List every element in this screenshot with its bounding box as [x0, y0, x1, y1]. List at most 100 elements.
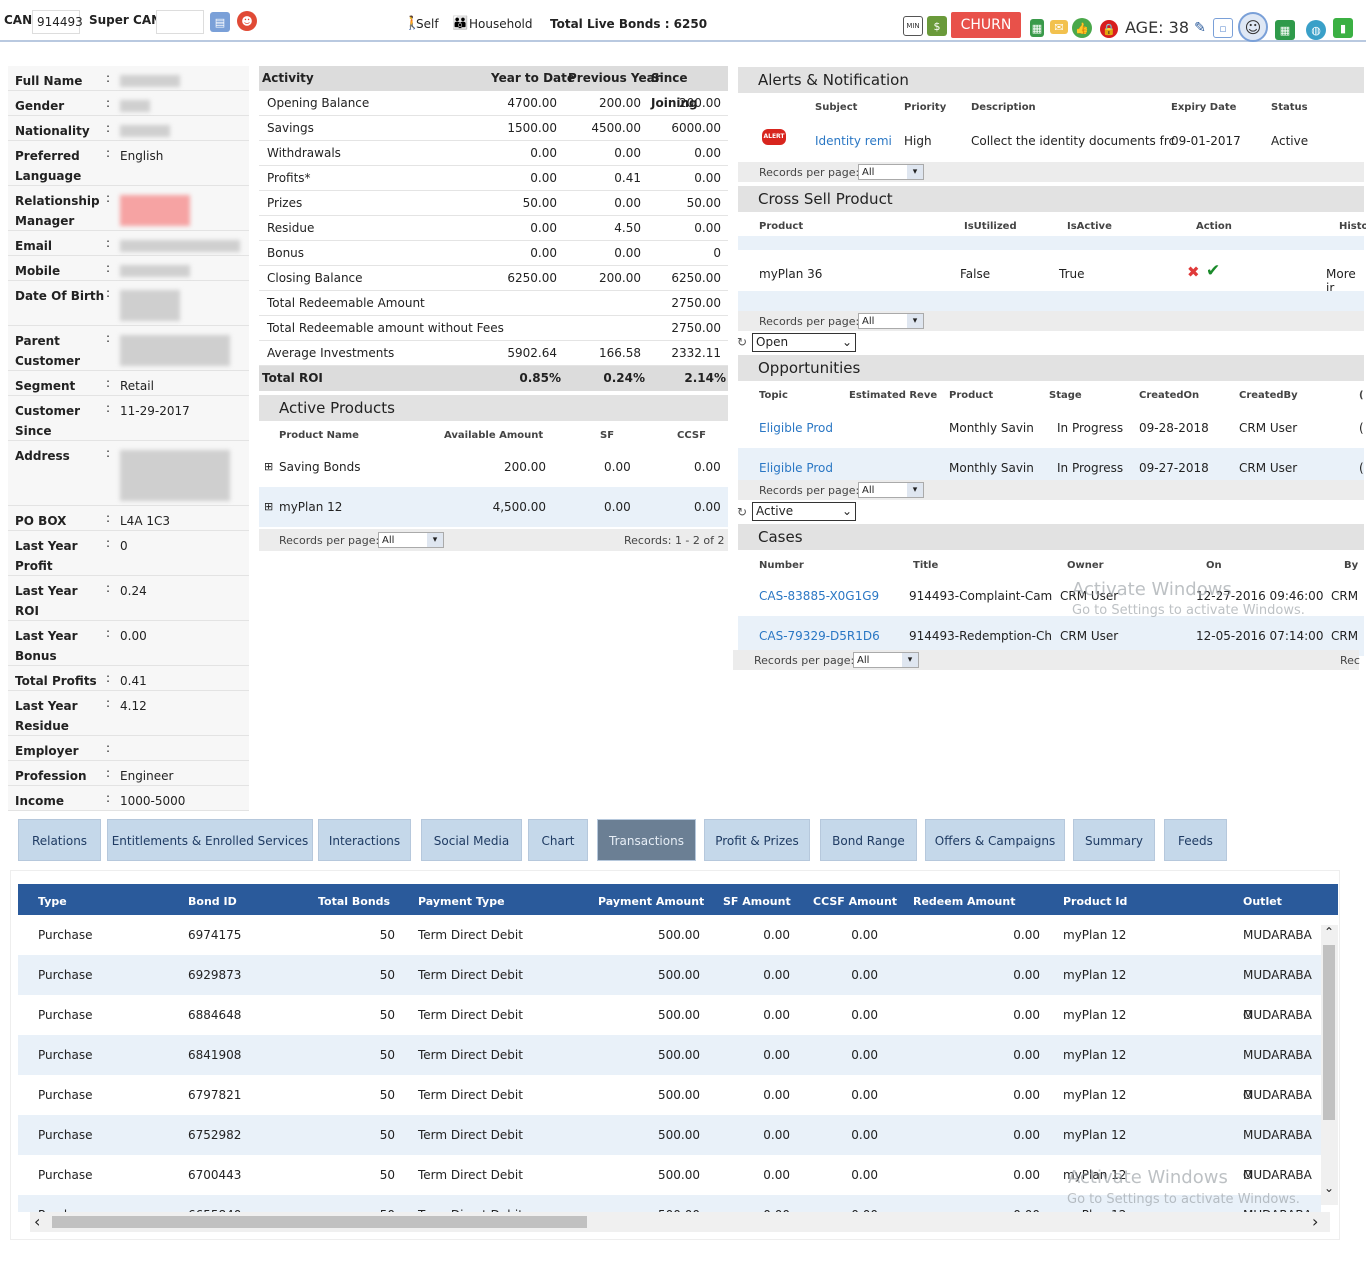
profile-row: Profession: Engineer — [8, 761, 249, 786]
tx-col-header[interactable]: Payment Amount — [598, 895, 704, 908]
transaction-cell: Purchase — [38, 928, 93, 942]
tx-col-header[interactable]: Bond ID — [188, 895, 237, 908]
transaction-row[interactable]: Purchase 6797821 50 Term Direct Debit 500.00… — [18, 1075, 1321, 1142]
transaction-cell: Term Direct Debit — [418, 1128, 523, 1142]
activity-since: 0 — [713, 246, 721, 260]
card-icon[interactable]: ▤ — [210, 12, 230, 32]
colon-separator: : — [106, 791, 111, 805]
profile-row: Preferred Language: English — [8, 141, 249, 186]
cases-filter-select[interactable]: Active ⌄ — [752, 502, 856, 521]
alert-badge-icon: ALERT — [762, 129, 786, 145]
colon-separator: : — [106, 236, 111, 250]
tab-bond-range[interactable]: Bond Range — [820, 819, 917, 861]
tab-entitlements-enrolled-services[interactable]: Entitlements & Enrolled Services — [107, 819, 313, 861]
scroll-down-icon[interactable]: ⌄ — [1324, 1181, 1334, 1195]
activity-label: Savings — [267, 121, 314, 135]
cs-rpp-label: Records per page: — [759, 315, 860, 328]
avatar-icon[interactable]: ☻ — [237, 11, 257, 31]
tx-col-header[interactable]: Redeem Amount — [913, 895, 1015, 908]
product-row[interactable]: ⊞ Saving Bonds 200.00 0.00 0.00 — [259, 447, 728, 487]
transaction-cell: 6797821 — [188, 1088, 242, 1102]
scroll-left-icon[interactable]: ‹ — [34, 1212, 40, 1231]
tab-relations[interactable]: Relations — [18, 819, 101, 861]
transaction-cell: 0.00 — [1013, 1048, 1040, 1062]
accept-icon[interactable]: ✔ — [1206, 261, 1220, 281]
case-number-link[interactable]: CAS-83885-X0G1G9 — [759, 576, 879, 616]
transaction-cell: 6929873 — [188, 968, 242, 982]
profile-row: Gender: — [8, 91, 249, 116]
tx-col-header[interactable]: Outlet — [1243, 895, 1282, 908]
vertical-scroll-thumb[interactable] — [1323, 945, 1335, 1120]
scroll-right-icon[interactable]: › — [1312, 1212, 1318, 1231]
tab-social-media[interactable]: Social Media — [421, 819, 522, 861]
cross-sell-title: Cross Sell Product — [738, 186, 1364, 212]
super-can-input[interactable] — [156, 10, 204, 34]
alerts-rpp-select[interactable]: All — [858, 164, 924, 180]
alert-subject-link[interactable]: Identity remi — [815, 134, 892, 148]
mail-icon[interactable]: ✉ — [1050, 20, 1068, 34]
tab-profit-prizes[interactable]: Profit & Prizes — [704, 819, 810, 861]
activity-col-prev: Previous Year — [568, 71, 661, 85]
can-value[interactable]: 914493 — [32, 10, 83, 34]
tx-col-header[interactable]: Product Id — [1063, 895, 1127, 908]
tab-transactions[interactable]: Transactions — [597, 819, 696, 861]
thumbs-up-icon[interactable]: 👍 — [1072, 18, 1092, 38]
transaction-cell: 0.00 — [851, 1168, 878, 1182]
transaction-row[interactable]: Purchase 6841908 50 Term Direct Debit 500.00… — [18, 1035, 1321, 1102]
expand-icon[interactable]: ⊞ — [264, 447, 273, 487]
churn-button[interactable]: CHURN — [951, 12, 1021, 38]
refresh-icon[interactable]: ↻ — [737, 505, 747, 519]
money-icon[interactable]: $ — [927, 16, 947, 36]
calculator-icon[interactable]: ▦ — [1030, 19, 1044, 37]
min-icon[interactable]: MIN — [903, 16, 923, 36]
opportunity-topic-link[interactable]: Eligible Prod — [759, 408, 833, 448]
cs-product: myPlan 36 — [759, 267, 823, 281]
globe-icon[interactable]: ◍ — [1306, 20, 1326, 40]
tx-col-header[interactable]: Type — [38, 895, 67, 908]
transaction-row[interactable]: Purchase 6929873 50 Term Direct Debit 500.00… — [18, 955, 1321, 1022]
tab-offers-campaigns[interactable]: Offers & Campaigns — [925, 819, 1065, 861]
transaction-row[interactable]: Purchase 6884648 50 Term Direct Debit 500.00… — [18, 995, 1321, 1062]
lock-icon[interactable]: 🔒 — [1100, 20, 1118, 38]
horizontal-scrollbar[interactable]: ‹ › — [30, 1212, 1330, 1232]
transaction-row[interactable]: Purchase 6974175 50 Term Direct Debit 500.00… — [18, 915, 1321, 982]
horizontal-scroll-thumb[interactable] — [52, 1216, 587, 1228]
active-products-title: Active Products — [259, 395, 728, 421]
opp-rpp-select[interactable]: All — [858, 482, 924, 498]
scroll-up-icon[interactable]: ⌃ — [1324, 925, 1334, 939]
tx-col-header[interactable]: CCSF Amount — [813, 895, 897, 908]
tx-col-header[interactable]: Total Bonds — [318, 895, 390, 908]
tx-col-header[interactable]: Payment Type — [418, 895, 505, 908]
tab-summary[interactable]: Summary — [1073, 819, 1155, 861]
transaction-cell: 6655840 — [188, 1195, 241, 1212]
spreadsheet-icon[interactable]: ▦ — [1275, 20, 1295, 40]
product-row[interactable]: ⊞ myPlan 12 4,500.00 0.00 0.00 — [259, 487, 728, 527]
activity-label: Residue — [267, 221, 315, 235]
transaction-row[interactable]: Purchase 6752982 50 Term Direct Debit 500.00… — [18, 1115, 1321, 1182]
total-roi-prev: 0.24% — [603, 371, 645, 385]
household-icon[interactable]: 👪 — [452, 16, 468, 31]
chart-icon[interactable]: ▮ — [1333, 18, 1353, 38]
top-bar: CAN 914493 Super CAN ▤ ☻ 🚶 Self 👪 Househ… — [0, 4, 1366, 42]
colon-separator: : — [106, 626, 111, 640]
edit-icon[interactable]: ✎ — [1190, 18, 1210, 38]
tab-feeds[interactable]: Feeds — [1164, 819, 1227, 861]
cases-rpp-select[interactable]: All — [853, 652, 919, 668]
refresh-icon[interactable]: ↻ — [737, 335, 747, 349]
self-label[interactable]: Self — [416, 17, 439, 31]
cs-rpp-select[interactable]: All — [858, 313, 924, 329]
document-icon[interactable]: ▫ — [1213, 18, 1233, 38]
vertical-scrollbar[interactable]: ⌃ ⌄ — [1321, 925, 1338, 1205]
opportunity-row[interactable]: Eligible Prod Monthly Savin In Progress 09-… — [738, 408, 1364, 448]
expand-icon[interactable]: ⊞ — [264, 487, 273, 527]
opportunities-filter-select[interactable]: Open ⌄ — [752, 333, 856, 352]
reject-icon[interactable]: ✖ — [1187, 263, 1200, 281]
tab-interactions[interactable]: Interactions — [318, 819, 411, 861]
ap-col-name: Product Name — [279, 430, 359, 441]
household-label[interactable]: Household — [469, 17, 533, 31]
user-avatar-icon[interactable]: ☺ — [1238, 12, 1268, 42]
ap-rpp-select[interactable]: All — [378, 532, 444, 548]
tx-col-header[interactable]: SF Amount — [723, 895, 791, 908]
tab-chart[interactable]: Chart — [528, 819, 588, 861]
transaction-cell: Purchase — [38, 1048, 93, 1062]
